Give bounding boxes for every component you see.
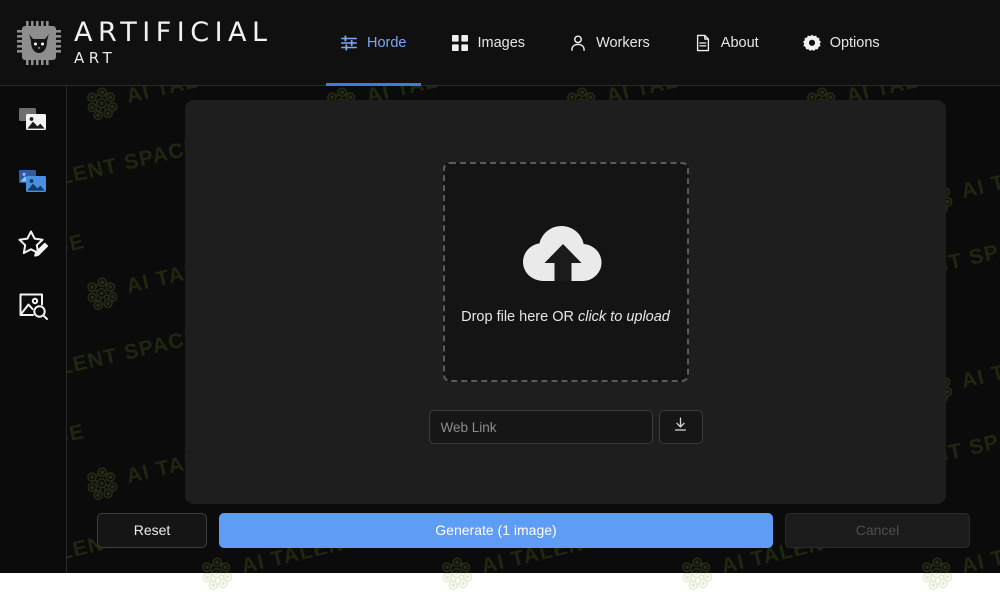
- brand-logo[interactable]: ARTIFICIAL ART: [0, 19, 300, 66]
- tab-about[interactable]: About: [672, 0, 781, 86]
- tab-workers-label: Workers: [596, 34, 650, 51]
- brand-title-line2: ART: [74, 49, 117, 67]
- tab-options[interactable]: Options: [781, 0, 902, 86]
- star-pencil-icon: [16, 227, 50, 266]
- application-window: ARTIFICIAL ART Horde Images Workers Abou…: [0, 0, 1000, 573]
- dropzone-label-emphasis: click to upload: [577, 309, 670, 325]
- cancel-button: Cancel: [785, 512, 970, 548]
- tab-options-label: Options: [829, 34, 880, 51]
- person-icon: [569, 34, 587, 52]
- brand-title-line1: ARTIFICIAL: [74, 17, 273, 48]
- dropzone-label: Drop file here OR click to upload: [461, 309, 670, 325]
- file-dropzone[interactable]: Drop file here OR click to upload: [442, 162, 689, 382]
- sidebar-item-text-to-image[interactable]: [9, 98, 57, 146]
- dropzone-label-plain: Drop file here OR: [461, 309, 578, 325]
- tab-horde-label: Horde: [367, 34, 407, 51]
- tab-images-label: Images: [477, 34, 526, 51]
- generate-button[interactable]: Generate (1 image): [219, 512, 773, 548]
- tab-about-label: About: [720, 34, 759, 51]
- reset-button[interactable]: Reset: [97, 512, 207, 548]
- action-bar: Reset Generate (1 image) Cancel: [67, 487, 1000, 573]
- cloud-upload-icon: [520, 219, 612, 289]
- sliders-icon: [340, 34, 358, 52]
- sidebar-item-image-to-image[interactable]: [9, 160, 57, 208]
- images-stack-icon: [16, 165, 50, 204]
- grid-icon: [451, 34, 469, 52]
- web-link-fetch-button[interactable]: [658, 410, 703, 444]
- main-navigation: Horde Images Workers About Options: [318, 0, 902, 86]
- images-stack-icon: [16, 103, 50, 142]
- left-sidebar: [0, 86, 67, 573]
- tab-horde[interactable]: Horde: [318, 0, 429, 86]
- gear-icon: [802, 34, 821, 52]
- app-body: Drop file here OR click to upload Web Li…: [0, 86, 1000, 573]
- image-search-icon: [16, 289, 50, 328]
- download-icon: [672, 416, 689, 438]
- generation-panel: Drop file here OR click to upload: [185, 100, 946, 504]
- tab-workers[interactable]: Workers: [547, 0, 672, 86]
- app-header: ARTIFICIAL ART Horde Images Workers Abou…: [0, 0, 1000, 86]
- sidebar-item-image-search[interactable]: [9, 284, 57, 332]
- cat-chip-logo-icon: [16, 20, 62, 66]
- document-icon: [694, 34, 712, 52]
- tab-images[interactable]: Images: [429, 0, 548, 86]
- web-link-row: [428, 410, 703, 444]
- web-link-input[interactable]: [428, 410, 653, 444]
- sidebar-item-inpainting[interactable]: [9, 222, 57, 270]
